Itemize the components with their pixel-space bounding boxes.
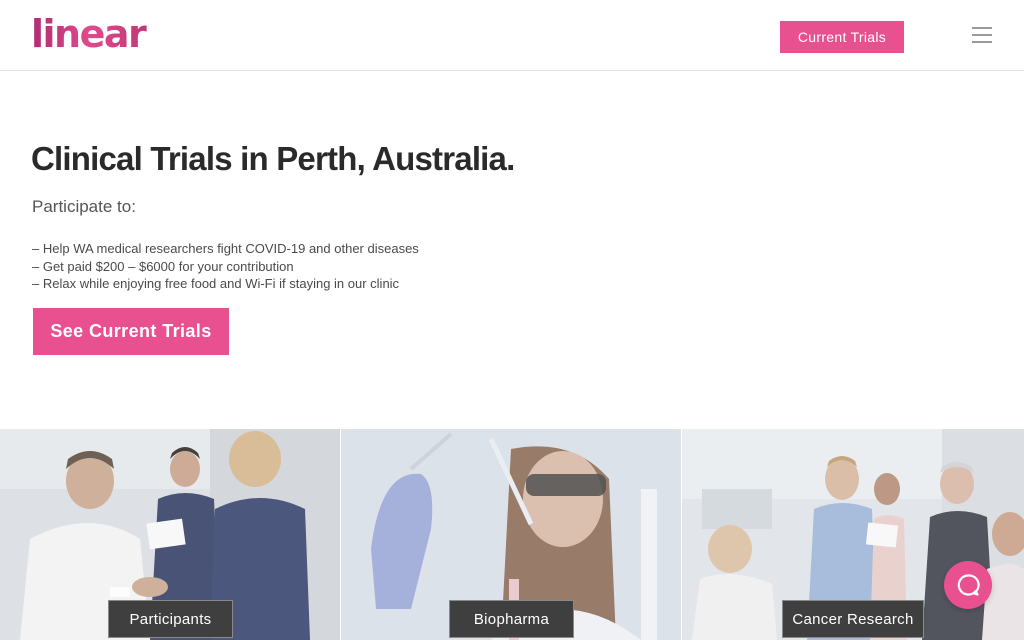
site-header: linear Current Trials xyxy=(0,0,1024,71)
list-item: – Help WA medical researchers fight COVI… xyxy=(32,241,419,256)
see-current-trials-button[interactable]: See Current Trials xyxy=(33,308,229,355)
hamburger-menu-icon[interactable] xyxy=(972,27,992,45)
tile-label: Biopharma xyxy=(449,600,574,638)
list-item: – Get paid $200 – $6000 for your contrib… xyxy=(32,258,294,274)
list-item: – Relax while enjoying free food and Wi-… xyxy=(32,276,400,291)
tile-label: Cancer Research xyxy=(782,600,924,638)
tile-label: Participants xyxy=(108,600,233,638)
linear-logo[interactable]: linear xyxy=(31,10,155,56)
tile-biopharma[interactable]: Biopharma xyxy=(341,429,681,640)
tile-participants[interactable]: Participants xyxy=(0,429,340,640)
chat-bubble-icon[interactable] xyxy=(944,561,992,609)
hero-subtitle: Participate to: xyxy=(32,197,136,216)
benefits-list: – Help WA medical researchers fight COVI… xyxy=(32,240,419,293)
page-title: Clinical Trials in Perth, Australia. xyxy=(31,140,515,177)
category-tiles: Participants Biopharma Cancer Research xyxy=(0,429,1024,640)
current-trials-button[interactable]: Current Trials xyxy=(780,21,904,53)
svg-text:linear: linear xyxy=(31,12,147,54)
